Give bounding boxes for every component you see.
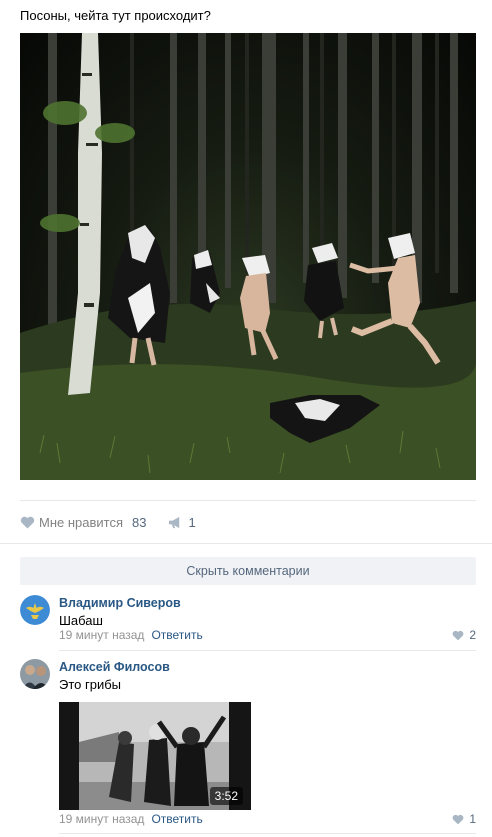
post-actions: Мне нравится 83 1 [20,513,196,531]
avatar-emblem-icon [20,595,50,625]
heart-icon [20,516,35,529]
comment-meta: 19 минут назад Ответить [59,812,203,826]
comment-like-button[interactable]: 1 [452,812,476,826]
forest-night-photo [20,33,476,480]
comment-item: Алексей Филосов Это грибы 3:52 19 минут … [20,659,476,835]
comment-like-count: 1 [469,812,476,826]
comment-text: Шабаш [59,613,103,628]
comment-meta: 19 минут назад Ответить [59,628,203,642]
comment-item: Владимир Сиверов Шабаш 19 минут назад Отв… [20,595,476,651]
heart-icon [452,814,464,824]
comment-like-button[interactable]: 2 [452,628,476,642]
like-label: Мне нравится [39,514,124,530]
video-attachment[interactable]: 3:52 [59,702,251,810]
like-button[interactable]: Мне нравится 83 [20,515,146,530]
section-divider [0,543,492,544]
comment-author[interactable]: Алексей Филосов [59,660,170,674]
post-text: Посоны, чейта тут происходит? [20,8,211,23]
hide-comments-button[interactable]: Скрыть комментарии [20,557,476,585]
comment-divider [59,650,476,651]
video-duration: 3:52 [209,787,243,805]
comment-author[interactable]: Владимир Сиверов [59,596,181,610]
avatar-photo-icon [20,659,50,689]
avatar[interactable] [20,659,50,689]
share-count: 1 [188,514,196,530]
reply-link[interactable]: Ответить [151,628,202,642]
comment-time[interactable]: 19 минут назад [59,628,144,642]
comment-text: Это грибы [59,677,122,692]
post-photo[interactable] [20,33,476,480]
figure-2 [190,250,220,313]
reply-link[interactable]: Ответить [151,812,202,826]
post-divider [20,500,476,501]
like-count: 83 [132,514,147,530]
comment-time[interactable]: 19 минут назад [59,812,144,826]
comment-like-count: 2 [469,628,476,642]
share-button[interactable]: 1 [168,514,196,530]
megaphone-icon [169,516,180,528]
avatar[interactable] [20,595,50,625]
comment-divider [59,833,476,834]
heart-icon [452,630,464,640]
